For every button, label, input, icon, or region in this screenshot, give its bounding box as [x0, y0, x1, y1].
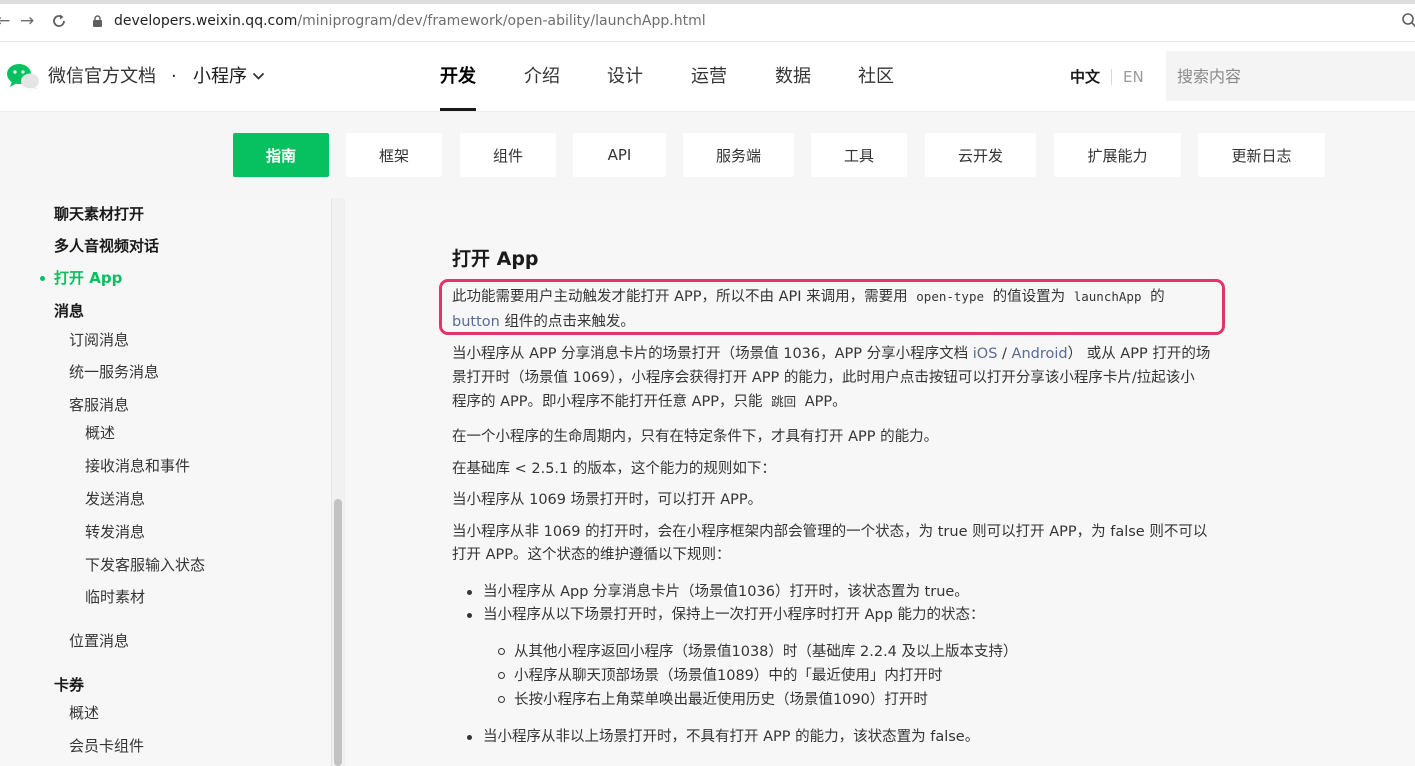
site-header: 微信官方文档 · 小程序 开发 介绍 设计 运营 数据 社区 中文 EN [0, 42, 1415, 112]
tab-guide[interactable]: 指南 [233, 133, 329, 177]
sub-bullet-icon [498, 648, 505, 655]
code-launchapp: launchApp [1073, 289, 1142, 304]
bullet-icon [467, 735, 472, 740]
zoom-icon[interactable] [1401, 12, 1415, 28]
lang-zh-link[interactable]: 中文 [1070, 67, 1100, 87]
browser-address-bar: ← → developers.weixin.qq.com/miniprogram… [0, 0, 1415, 42]
page-title: 打开 App [452, 248, 539, 270]
reload-icon[interactable] [51, 13, 67, 29]
tab-cloud[interactable]: 云开发 [925, 133, 1036, 177]
code-jump-back: 跳回 [771, 394, 797, 409]
sub-bullet-icon [498, 672, 505, 679]
bullet-icon [467, 590, 472, 595]
text-segment: 程序的 APP。即小程序不能打开任意 APP，只能 [452, 394, 763, 410]
text-segment: APP。 [804, 394, 847, 410]
active-bullet-icon [40, 276, 45, 281]
tab-changelog[interactable]: 更新日志 [1198, 133, 1325, 177]
sidebar-item-cards[interactable]: 卡券 [54, 675, 84, 695]
chevron-down-icon[interactable] [252, 72, 265, 81]
lang-en-link[interactable]: EN [1123, 67, 1144, 87]
sidebar-item-cs-msg[interactable]: 客服消息 [69, 395, 129, 415]
nav-item-design[interactable]: 设计 [607, 65, 643, 89]
address-field[interactable]: developers.weixin.qq.com/miniprogram/dev… [114, 12, 706, 30]
paragraph-1069: 当小程序从 1069 场景打开时，可以打开 APP。 [452, 492, 763, 508]
list-item: 当小程序从以下场景打开时，保持上一次打开小程序时打开 App 能力的状态： [483, 607, 985, 623]
sidebar-item-unified-msg[interactable]: 统一服务消息 [69, 362, 159, 382]
nav-active-indicator [440, 108, 476, 111]
sidebar-item-messages[interactable]: 消息 [54, 301, 84, 321]
text-segment: 的 [1150, 289, 1165, 305]
article: 打开 App 此功能需要用户主动触发才能打开 APP，所以不由 API 来调用，… [346, 198, 1415, 766]
tab-framework[interactable]: 框架 [346, 133, 442, 177]
nav-item-community[interactable]: 社区 [858, 65, 894, 89]
sidebar-item-multi-av[interactable]: 多人音视频对话 [54, 236, 159, 256]
brand-title[interactable]: 微信官方文档 [48, 65, 156, 89]
text-segment: 的值设置为 [992, 289, 1066, 305]
paragraph-non1069-line1: 当小程序从非 1069 的打开时，会在小程序框架内部会管理的一个状态，为 tru… [452, 524, 1208, 540]
nav-item-develop[interactable]: 开发 [440, 65, 476, 89]
text-segment: 此功能需要用户主动触发才能打开 APP，所以不由 API 来调用，需要用 [452, 289, 908, 305]
url-path: /miniprogram/dev/framework/open-ability/… [297, 13, 706, 29]
nav-item-intro[interactable]: 介绍 [524, 65, 560, 89]
tab-api[interactable]: API [573, 133, 666, 177]
forward-icon[interactable]: → [20, 11, 34, 31]
highlight-paragraph-line2: button 组件的点击来触发。 [452, 310, 635, 334]
text-segment: / [1002, 346, 1007, 362]
sidebar-item-cards-overview[interactable]: 概述 [69, 703, 99, 723]
text-segment: 当小程序从 APP 分享消息卡片的场景打开（场景值 1036，APP 分享小程序… [452, 346, 969, 362]
browser-tab-strip-edge [0, 0, 1415, 4]
list-item: 当小程序从非以上场景打开时，不具有打开 APP 的能力，该状态置为 false。 [483, 729, 980, 745]
paragraph-scene-line1: 当小程序从 APP 分享消息卡片的场景打开（场景值 1036，APP 分享小程序… [452, 342, 1210, 366]
paragraph-scene-line2: 景打开时（场景值 1069），小程序会获得打开 APP 的能力，此时用户点击按钮… [452, 370, 1195, 386]
sidebar-item-open-app[interactable]: 打开 App [54, 268, 122, 288]
paragraph-scene-line3: 程序的 APP。即小程序不能打开任意 APP，只能 跳回 APP。 [452, 390, 847, 414]
sidebar-item-location-msg[interactable]: 位置消息 [69, 631, 129, 651]
back-icon[interactable]: ← [0, 11, 10, 31]
ios-doc-link[interactable]: iOS [973, 346, 998, 362]
lang-divider [1111, 69, 1112, 85]
search-input[interactable] [1166, 51, 1415, 101]
sidebar-item-cs-receive[interactable]: 接收消息和事件 [85, 456, 190, 476]
sidebar-item-cs-send[interactable]: 发送消息 [85, 489, 145, 509]
code-open-type: open-type [916, 289, 985, 304]
sidebar-item-cs-temp-media[interactable]: 临时素材 [85, 587, 145, 607]
android-doc-link[interactable]: Android [1012, 346, 1068, 362]
sidebar-item-cs-forward[interactable]: 转发消息 [85, 522, 145, 542]
sidebar-item-cs-typing[interactable]: 下发客服输入状态 [85, 555, 205, 575]
wechat-logo-icon[interactable] [6, 62, 40, 92]
text-segment: ） 或从 APP 打开的场 [1067, 346, 1211, 362]
sub-list-item: 从其他小程序返回小程序（场景值1038）时（基础库 2.2.4 及以上版本支持） [514, 644, 1018, 660]
highlight-paragraph-line1: 此功能需要用户主动触发才能打开 APP，所以不由 API 来调用，需要用 ope… [452, 285, 1165, 309]
sub-list-item: 小程序从聊天顶部场景（场景值1089）中的「最近使用」内打开时 [514, 668, 943, 684]
nav-item-operation[interactable]: 运营 [691, 65, 727, 89]
list-item: 当小程序从 App 分享消息卡片（场景值1036）打开时，该状态置为 true。 [483, 584, 969, 600]
button-component-link[interactable]: button [452, 314, 500, 330]
sidebar-item-cs-overview[interactable]: 概述 [85, 423, 115, 443]
sidebar-item-subscribe-msg[interactable]: 订阅消息 [69, 330, 129, 350]
paragraph-base-lib: 在基础库 < 2.5.1 的版本，这个能力的规则如下： [452, 461, 776, 477]
url-host: developers.weixin.qq.com [114, 13, 298, 29]
tab-extensions[interactable]: 扩展能力 [1054, 133, 1181, 177]
brand-separator: · [171, 66, 177, 87]
text-segment: 组件的点击来触发。 [504, 314, 635, 330]
sub-bullet-icon [498, 696, 505, 703]
sidebar-item-member-card[interactable]: 会员卡组件 [69, 736, 144, 756]
paragraph-lifecycle: 在一个小程序的生命周期内，只有在特定条件下，才具有打开 APP 的能力。 [452, 429, 939, 445]
paragraph-non1069-line2: 打开 APP。这个状态的维护遵循以下规则： [452, 547, 731, 563]
tab-tools[interactable]: 工具 [811, 133, 907, 177]
lock-icon[interactable] [92, 15, 103, 27]
product-switcher[interactable]: 小程序 [193, 65, 247, 89]
bullet-icon [467, 613, 472, 618]
sub-list-item: 长按小程序右上角菜单唤出最近使用历史（场景值1090）打开时 [514, 692, 928, 708]
nav-item-data[interactable]: 数据 [775, 65, 811, 89]
sidebar: 聊天素材打开 多人音视频对话 打开 App 消息 订阅消息 统一服务消息 客服消… [0, 198, 345, 766]
sidebar-item-chat-material[interactable]: 聊天素材打开 [54, 204, 144, 224]
sidebar-scrollbar-thumb[interactable] [334, 499, 342, 766]
tab-server[interactable]: 服务端 [683, 133, 794, 177]
sub-nav: 指南 框架 组件 API 服务端 工具 云开发 扩展能力 更新日志 [0, 112, 1415, 198]
tab-components[interactable]: 组件 [460, 133, 556, 177]
